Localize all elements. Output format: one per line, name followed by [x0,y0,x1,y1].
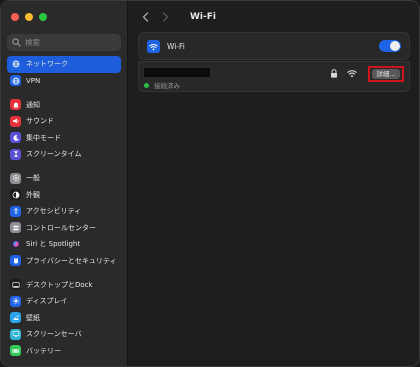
globe-icon [10,58,21,70]
sidebar-item[interactable]: デスクトップとDock [7,277,121,294]
connected-dot-icon [144,82,149,88]
sidebar-item-label: 壁紙 [26,313,40,322]
sidebar-item[interactable]: ネットワーク [7,56,121,73]
chevron-right-icon [162,12,168,22]
gear-icon [10,172,21,184]
sidebar-item[interactable]: 外観 [7,187,121,204]
bell-icon [10,99,21,111]
wallpaper-icon [10,312,21,324]
main-pane: Wi-Fi Wi-Fi 接続済み 詳細... [128,1,419,366]
sidebar-item[interactable]: スクリーンタイム [7,146,121,163]
connection-status: 接続済み [144,80,180,90]
settings-window: ネットワーク VPN 通知サウンド集中モードスクリーンタイム一般外観アクセシビリティ… [0,0,420,367]
moon-icon [10,132,21,144]
speaker-icon [10,115,21,127]
wifi-signal-icon [347,70,357,78]
sidebar-item-label: ネットワーク [26,60,68,69]
details-highlight-box: 詳細... [368,66,404,82]
hand-icon [10,255,21,267]
wifi-toggle-row: Wi-Fi [138,32,410,60]
sidebar-item-label: アクセシビリティ [26,207,82,216]
lock-icon [331,69,337,78]
sidebar-item-label: 外観 [26,190,40,199]
sidebar-item[interactable]: コントロールセンター [7,220,121,237]
dock-icon [10,279,21,291]
wifi-label: Wi-Fi [167,42,185,51]
close-window-button[interactable] [11,13,19,21]
accessibility-icon [10,205,21,217]
zoom-window-button[interactable] [39,13,47,21]
sidebar-item[interactable]: サウンド [7,113,121,130]
sidebar-item-label: スクリーンセーバ [26,330,82,339]
forward-button[interactable] [158,10,172,24]
sidebar-item[interactable]: VPN [7,73,121,90]
sidebar-item-label: コントロールセンター [26,223,96,232]
sidebar-item[interactable]: アクセシビリティ [7,203,121,220]
page-title: Wi-Fi [190,12,216,22]
control-center-icon [10,222,21,234]
sidebar-item[interactable]: ディスプレイ [7,293,121,310]
siri-icon [10,238,21,250]
sidebar-item-label: プライバシーとセキュリティ [26,256,117,265]
sidebar: ネットワーク VPN 通知サウンド集中モードスクリーンタイム一般外観アクセシビリティ… [1,1,128,366]
network-name-redacted [144,68,210,77]
search-field[interactable] [7,34,121,51]
sidebar-item-label: 通知 [26,100,40,109]
sidebar-item-label: スクリーンタイム [26,150,82,159]
sidebar-item-label: ディスプレイ [26,297,68,306]
sun-icon [10,295,21,307]
minimize-window-button[interactable] [25,13,33,21]
sidebar-item[interactable]: 壁紙 [7,310,121,327]
window-controls [11,13,47,21]
sidebar-nav: ネットワーク VPN 通知サウンド集中モードスクリーンタイム 一般外観アクセシビリティ… [7,56,121,359]
sidebar-item-label: 集中モード [26,133,61,142]
sidebar-item-label: バッテリー [26,346,61,355]
details-button[interactable]: 詳細... [372,69,400,79]
sidebar-item-label: 一般 [26,174,40,183]
sidebar-item-label: Siri と Spotlight [26,240,81,249]
vpn-globe-icon [10,75,21,87]
sidebar-item[interactable]: 集中モード [7,130,121,147]
hourglass-icon [10,148,21,160]
wifi-icon [147,40,160,53]
status-text: 接続済み [154,82,180,90]
sidebar-item[interactable]: バッテリー [7,343,121,360]
chevron-left-icon [142,12,148,22]
title-bar: Wi-Fi [138,9,216,25]
sidebar-item[interactable]: プライバシーとセキュリティ [7,253,121,270]
search-icon [11,37,22,48]
appearance-icon [10,189,21,201]
search-input[interactable] [25,38,115,47]
sidebar-item-label: VPN [26,76,41,85]
back-button[interactable] [138,10,152,24]
network-row[interactable]: 接続済み 詳細... [138,61,410,92]
sidebar-item[interactable]: Siri と Spotlight [7,236,121,253]
sidebar-item[interactable]: 一般 [7,170,121,187]
wifi-toggle[interactable] [379,40,401,52]
screensaver-icon [10,328,21,340]
toggle-knob [390,41,400,51]
sidebar-item[interactable]: 通知 [7,97,121,114]
sidebar-item-label: サウンド [26,117,54,126]
sidebar-item[interactable]: スクリーンセーバ [7,326,121,343]
battery-icon [10,345,21,357]
sidebar-item-label: デスクトップとDock [26,280,93,289]
